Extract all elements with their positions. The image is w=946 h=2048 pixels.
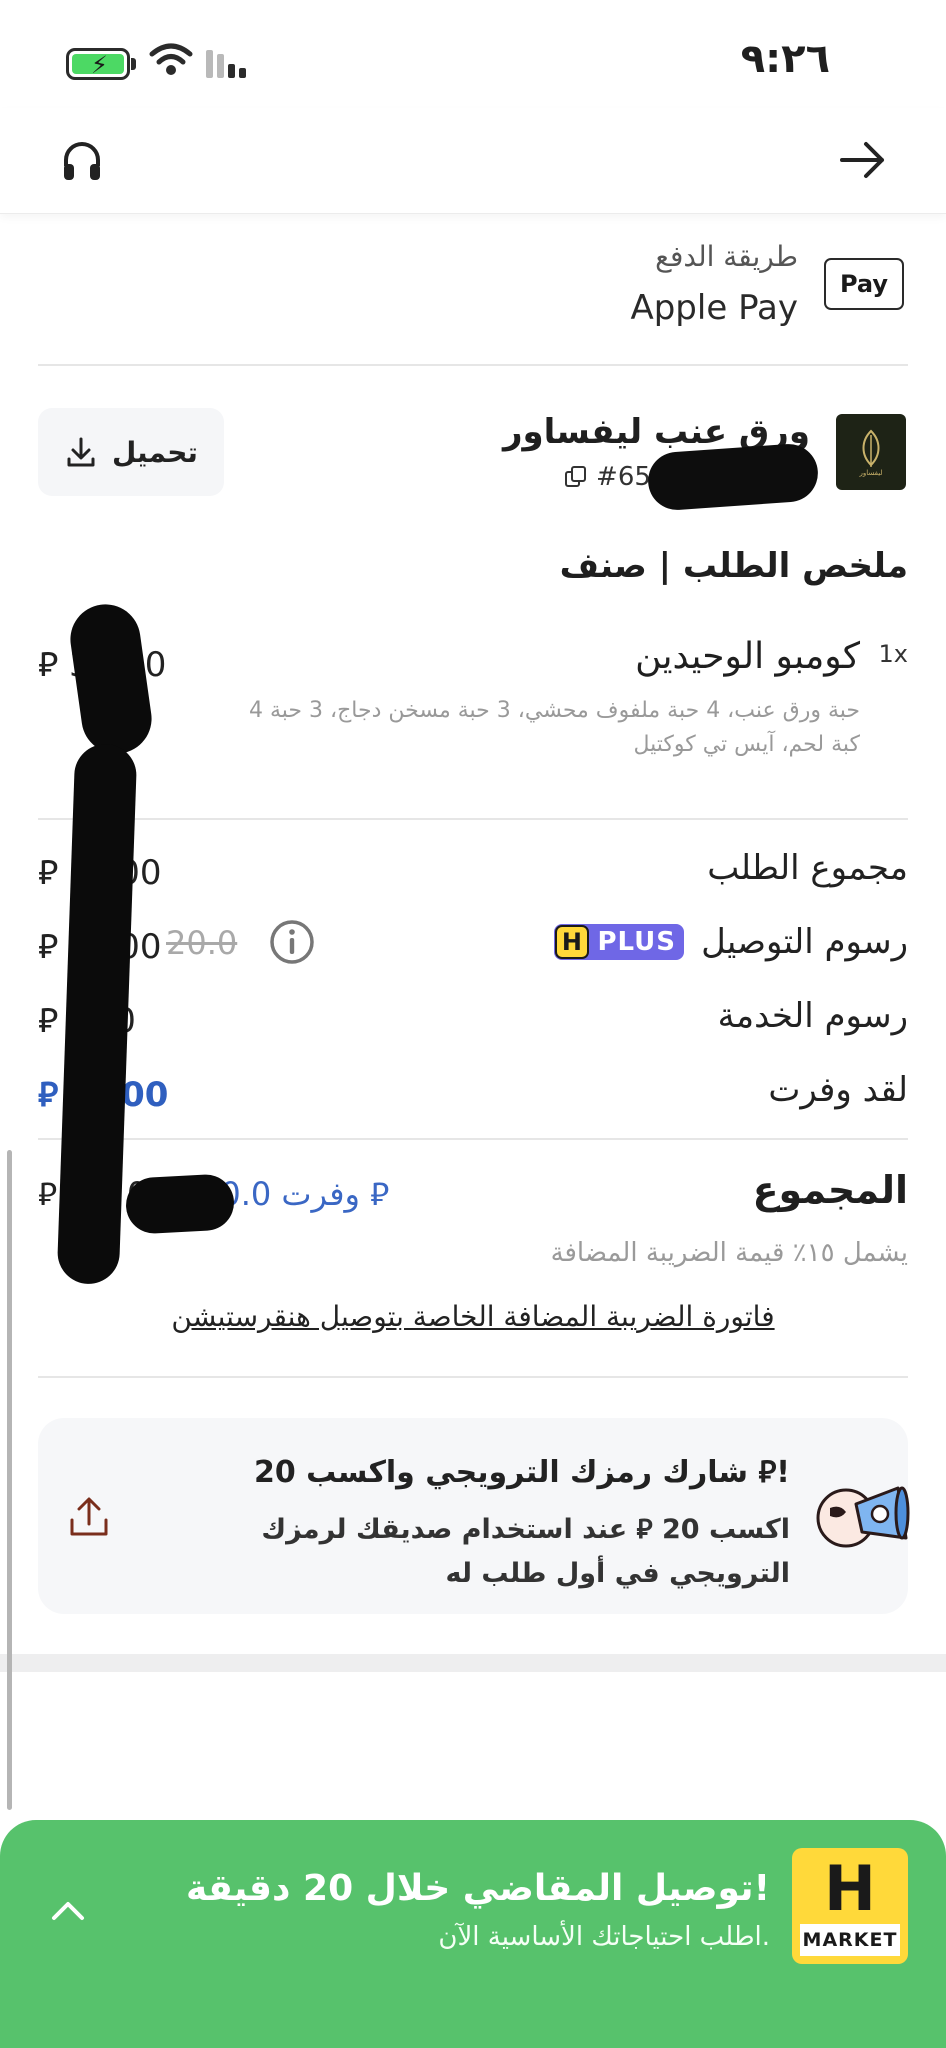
item-quantity: 1x — [878, 640, 908, 668]
service-fee-label: رسوم الخدمة — [717, 996, 908, 1036]
chevron-up-icon[interactable] — [44, 1888, 92, 1936]
info-icon[interactable] — [268, 918, 316, 966]
banner-title: توصيل المقاضي خلال 20 دقيقة! — [185, 1868, 770, 1909]
download-button[interactable]: تحميل — [38, 408, 224, 496]
delivery-original-price: 20.0 — [166, 924, 238, 962]
leaf-icon: ليفساور — [859, 429, 883, 477]
apple-pay-badge: Pay — [824, 258, 904, 310]
download-label: تحميل — [112, 435, 198, 469]
headset-icon[interactable] — [58, 138, 106, 186]
payment-method-value: Apple Pay — [630, 288, 798, 328]
section-separator — [0, 1654, 946, 1672]
plus-badge-h: H — [555, 925, 590, 959]
divider — [38, 1376, 908, 1378]
divider — [38, 818, 908, 820]
payment-method-label: طريقة الدفع — [655, 240, 798, 273]
vat-note: يشمل ١٥٪ قيمة الضريبة المضافة — [550, 1238, 908, 1268]
currency-symbol: ⃁ — [38, 927, 59, 967]
signal-icon — [206, 50, 246, 78]
copy-icon[interactable] — [564, 465, 588, 489]
vat-invoice-link[interactable]: فاتورة الضريبة المضافة الخاصة بتوصيل هنق… — [0, 1300, 946, 1333]
redaction-mark — [124, 1173, 236, 1235]
redaction-mark — [646, 442, 820, 512]
svg-text:ليفساور: ليفساور — [859, 469, 883, 477]
promo-title: شارك رمزك الترويجي واكسب 20 ⃁! — [253, 1455, 790, 1490]
divider — [38, 1138, 908, 1140]
currency-symbol: ⃁ — [38, 853, 59, 893]
total-label: المجموع — [752, 1168, 908, 1212]
order-id-prefix: #65 — [596, 462, 651, 492]
currency-symbol: ⃁ — [38, 645, 59, 685]
status-time: ٩:٢٦ — [740, 36, 830, 82]
currency-symbol: ⃁ — [38, 1001, 59, 1041]
battery-icon: ⚡ — [66, 48, 130, 80]
currency-symbol: ⃁ — [38, 1075, 59, 1115]
order-summary-title: ملخص الطلب | صنف — [559, 546, 908, 586]
market-logo: H MARKET — [792, 1848, 908, 1964]
share-icon[interactable] — [66, 1494, 112, 1540]
divider — [38, 364, 908, 366]
saved-label: لقد وفرت — [768, 1070, 908, 1110]
market-logo-h: H — [824, 1852, 876, 1925]
restaurant-logo: ليفساور — [836, 414, 906, 490]
promo-body: اكسب 20 ⃁ عند استخدام صديقك لرمزك التروي… — [261, 1514, 790, 1589]
plus-badge-text: PLUS — [597, 927, 676, 957]
wifi-icon — [149, 43, 193, 75]
scrollbar[interactable] — [7, 1150, 12, 1810]
currency-symbol: ⃁ — [38, 1175, 58, 1213]
apple-pay-badge-label: Pay — [839, 270, 889, 298]
megaphone-icon — [816, 1486, 910, 1548]
item-description: 4 حبة ورق عنب، 4 حبة ملفوف محشي، 3 حبة م… — [248, 698, 860, 757]
banner-subtitle: اطلب احتياجاتك الأساسية الآن. — [438, 1922, 770, 1952]
redaction-mark — [65, 599, 157, 759]
delivery-fee-label: رسوم التوصيل — [701, 922, 908, 962]
market-logo-text: MARKET — [800, 1924, 900, 1956]
subtotal-label: مجموع الطلب — [707, 848, 908, 888]
download-icon — [67, 437, 95, 467]
item-name: كومبو الوحيدين — [635, 636, 860, 677]
battery-cap — [131, 58, 136, 70]
top-app-bar — [0, 108, 946, 214]
back-arrow-icon[interactable] — [836, 134, 888, 186]
plus-badge: H PLUS — [554, 924, 684, 960]
